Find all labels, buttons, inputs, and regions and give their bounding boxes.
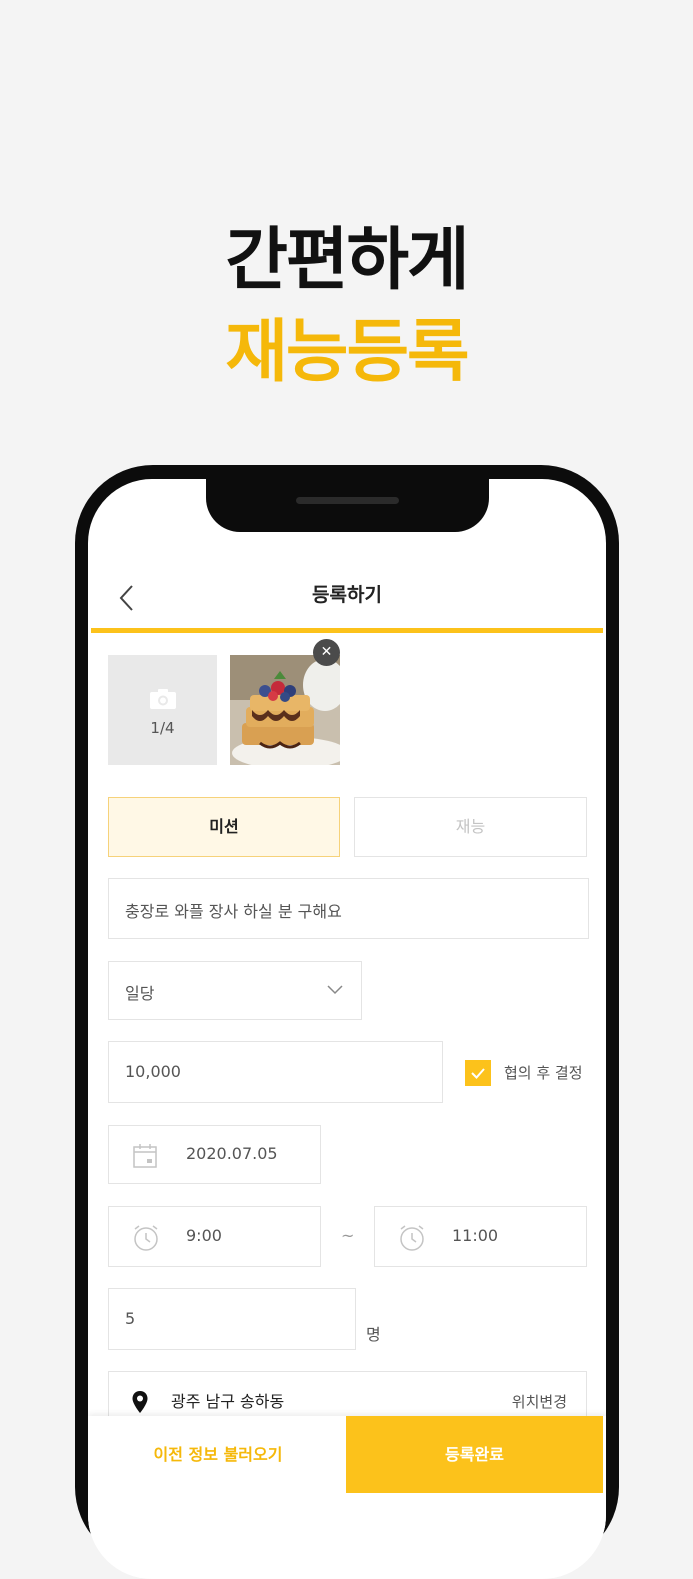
waffle-image: [230, 655, 340, 765]
check-icon: [471, 1068, 485, 1079]
submit-button[interactable]: 등록완료: [346, 1416, 603, 1493]
headcount-unit: 명: [366, 1325, 381, 1344]
date-field[interactable]: 2020.07.05: [108, 1125, 321, 1184]
negotiable-checkbox[interactable]: [465, 1060, 491, 1086]
speaker-grille: [296, 497, 399, 504]
tab-mission[interactable]: 미션: [108, 797, 340, 857]
negotiable-label: 협의 후 결정: [504, 1064, 583, 1082]
chevron-down-icon: [327, 985, 343, 995]
remove-photo-button[interactable]: ✕: [313, 639, 340, 666]
hero-title-line1: 간편하게: [225, 221, 469, 300]
price-value: 10,000: [125, 1062, 181, 1081]
time-separator: ~: [341, 1226, 355, 1245]
phone-screen: 등록하기 1/4 ✕ 미션 재능 충장로 와플 장사 하실 분 구해요 일당 1…: [88, 479, 606, 1579]
title-value: 충장로 와플 장사 하실 분 구해요: [125, 902, 342, 921]
end-time-value: 11:00: [452, 1226, 499, 1245]
phone-frame: 등록하기 1/4 ✕ 미션 재능 충장로 와플 장사 하실 분 구해요 일당 1…: [75, 465, 619, 1579]
add-photo-button[interactable]: 1/4: [108, 655, 217, 765]
waffle-photo[interactable]: [230, 655, 340, 765]
location-value: 광주 남구 송하동: [171, 1392, 285, 1411]
camera-icon: [150, 689, 176, 709]
location-pin-icon: [132, 1391, 148, 1413]
pay-type-select[interactable]: 일당: [108, 961, 362, 1020]
hero-title-line2: 재능등록: [225, 313, 469, 392]
tab-talent[interactable]: 재능: [354, 797, 587, 857]
headcount-field[interactable]: 5: [108, 1288, 356, 1350]
page-title: 등록하기: [312, 584, 382, 606]
start-time-value: 9:00: [186, 1226, 222, 1245]
price-field[interactable]: 10,000: [108, 1041, 443, 1103]
bottom-action-bar: 이전 정보 불러오기 등록완료: [88, 1416, 606, 1579]
photo-count: 1/4: [150, 719, 175, 737]
change-location-link[interactable]: 위치변경: [512, 1391, 567, 1412]
alarm-clock-icon: [134, 1225, 158, 1251]
alarm-clock-icon: [400, 1225, 424, 1251]
end-time-field[interactable]: 11:00: [374, 1206, 587, 1267]
title-field[interactable]: 충장로 와플 장사 하실 분 구해요: [108, 878, 589, 939]
date-value: 2020.07.05: [186, 1144, 278, 1163]
headcount-value: 5: [125, 1309, 136, 1328]
close-icon: ✕: [320, 644, 333, 660]
load-previous-button[interactable]: 이전 정보 불러오기: [90, 1416, 346, 1493]
start-time-field[interactable]: 9:00: [108, 1206, 321, 1267]
phone-notch: [206, 479, 489, 532]
pay-type-value: 일당: [125, 984, 155, 1003]
calendar-icon: [133, 1144, 157, 1168]
progress-bar: [91, 628, 603, 633]
